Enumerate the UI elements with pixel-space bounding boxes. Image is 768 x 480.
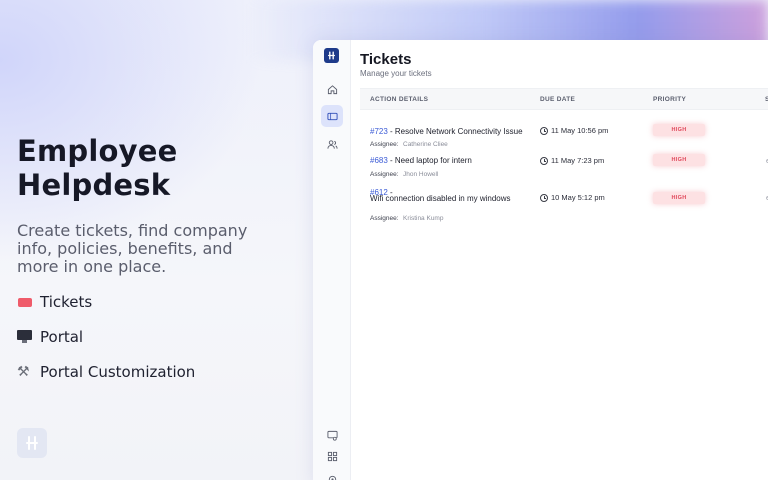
home-icon[interactable]	[321, 78, 343, 100]
assignee-name: Jhon Howell	[403, 171, 439, 178]
column-header-priority[interactable]: PRIORITY	[653, 96, 686, 103]
app-logo-icon[interactable]	[324, 48, 339, 63]
ticket-assignee: Assignee: Kristina Kump	[370, 215, 444, 222]
clock-icon	[540, 156, 548, 165]
due-date: 10 May 5:12 pm	[540, 193, 605, 202]
priority-cell: HIGH	[653, 154, 705, 166]
settings-panel-icon[interactable]	[321, 424, 343, 446]
gear-icon[interactable]	[321, 468, 343, 480]
feature-portal: Portal	[17, 328, 307, 346]
apps-grid-icon[interactable]	[321, 445, 343, 467]
ticket-title[interactable]: Wifi connection disabled in my windows	[370, 194, 511, 203]
priority-badge: HIGH	[653, 154, 705, 166]
hero-section: Employee Helpdesk Create tickets, find c…	[17, 134, 307, 381]
table-header: ACTION DETAILS DUE DATE PRIORITY S	[360, 88, 768, 110]
main-content: Tickets Manage your tickets ACTION DETAI…	[360, 40, 768, 480]
priority-badge: HIGH	[653, 124, 705, 136]
due-date: 11 May 7:23 pm	[540, 156, 604, 165]
page-title: Tickets	[360, 51, 412, 68]
priority-cell: HIGH	[653, 192, 705, 204]
app-window: Tickets Manage your tickets ACTION DETAI…	[313, 40, 768, 480]
tools-icon: ⚒	[17, 364, 30, 380]
table-row[interactable]: #723 - Resolve Network Connectivity Issu…	[360, 110, 768, 148]
feature-label: Portal Customization	[40, 363, 196, 381]
page-subtitle: Manage your tickets	[360, 69, 432, 78]
hero-title: Employee Helpdesk	[17, 134, 178, 202]
priority-cell: HIGH	[653, 124, 705, 136]
feature-tickets: Tickets	[17, 293, 307, 311]
feature-label: Tickets	[40, 293, 93, 311]
clock-icon	[540, 126, 548, 135]
tickets-nav-icon[interactable]	[321, 105, 343, 127]
sidebar-rail	[313, 40, 351, 480]
table-row[interactable]: #683 - Need laptop for intern Assignee: …	[360, 146, 768, 178]
ticket-icon	[18, 297, 32, 307]
helpdesk-logo-icon	[17, 428, 47, 458]
due-date: 11 May 10:56 pm	[540, 126, 608, 135]
column-header-action-details[interactable]: ACTION DETAILS	[370, 96, 428, 103]
clock-icon	[540, 193, 548, 202]
tickets-table: ACTION DETAILS DUE DATE PRIORITY S #723 …	[360, 88, 768, 222]
feature-label: Portal	[40, 328, 84, 346]
monitor-icon	[17, 330, 33, 344]
column-header-due-date[interactable]: DUE DATE	[540, 96, 575, 103]
assignee-name: Kristina Kump	[403, 215, 444, 222]
priority-badge: HIGH	[653, 192, 705, 204]
table-row[interactable]: #612 - Wifi connection disabled in my wi…	[360, 178, 768, 222]
users-icon[interactable]	[321, 133, 343, 155]
hero-description: Create tickets, find company info, polic…	[17, 221, 248, 276]
feature-portal-customization: ⚒ Portal Customization	[17, 363, 307, 381]
